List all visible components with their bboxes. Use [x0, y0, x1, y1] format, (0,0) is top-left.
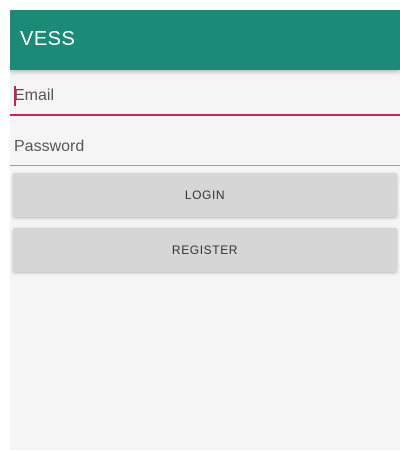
email-field[interactable]: [10, 78, 400, 116]
register-button[interactable]: REGISTER: [13, 228, 397, 272]
login-button[interactable]: LOGIN: [13, 173, 397, 217]
text-cursor: [14, 86, 16, 106]
app-screen: VESS LOGIN REGISTER: [10, 10, 400, 450]
app-bar: VESS: [10, 10, 400, 70]
app-title: VESS: [20, 28, 76, 50]
password-field[interactable]: [10, 128, 400, 166]
